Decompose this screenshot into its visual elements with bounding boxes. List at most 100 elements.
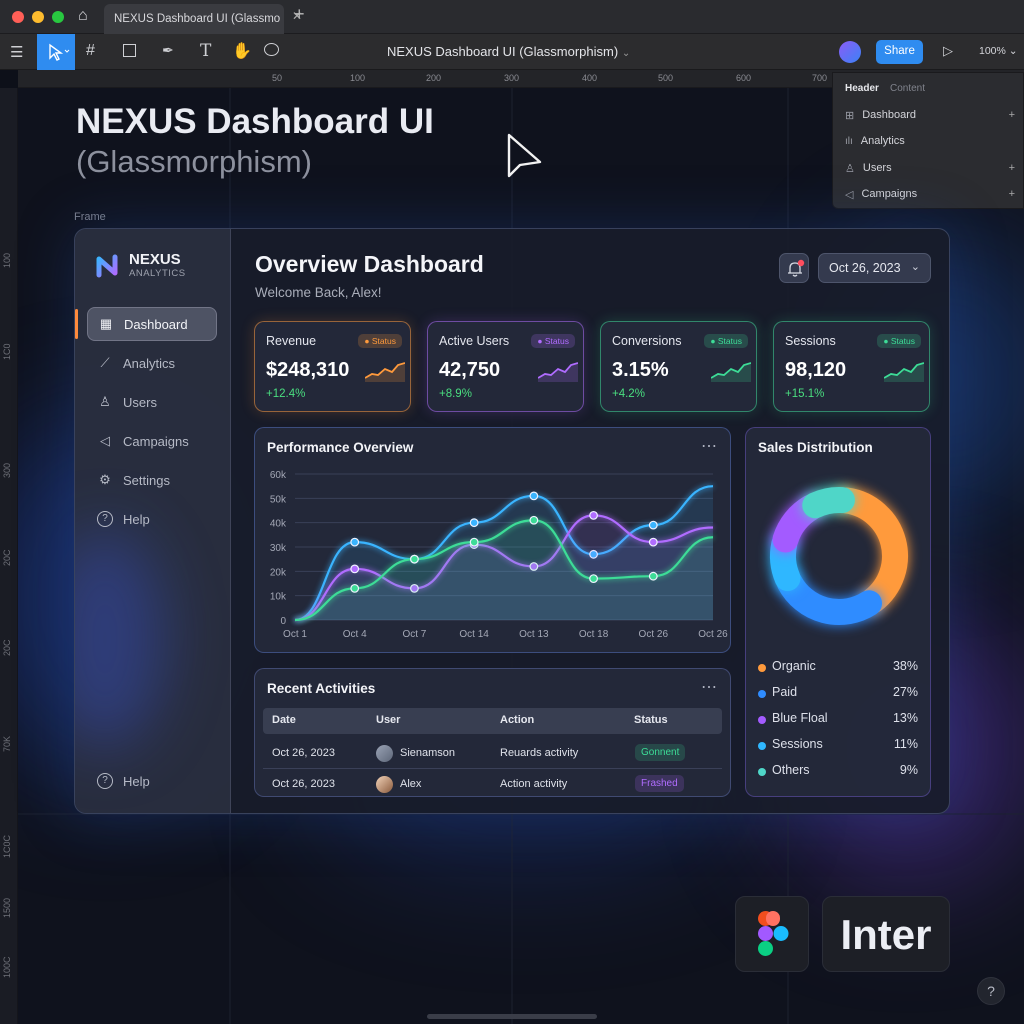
- layer-item-analytics[interactable]: ılı Analytics: [845, 131, 1015, 151]
- browser-tab[interactable]: NEXUS Dashboard UI (Glassmo: [104, 4, 284, 34]
- zoom-level[interactable]: 100% ⌄: [979, 45, 1018, 57]
- sidebar-item-help[interactable]: ? Help: [87, 502, 217, 536]
- line-chart: 0 10k 20k 30k 40k 50k 60k Oct 1 Oct 4 Oct 7 Oct 14…: [270, 470, 728, 640]
- users-icon: ♙: [845, 162, 855, 175]
- maximize-window-button[interactable]: [52, 11, 64, 23]
- stat-value: $248,310: [266, 359, 350, 381]
- sidebar-item-label: Dashboard: [124, 316, 188, 332]
- cell-user: Sienamson: [400, 747, 456, 759]
- avatar[interactable]: [839, 41, 861, 63]
- megaphone-icon: ◁: [100, 433, 110, 448]
- avatar: [376, 776, 393, 793]
- ruler-tick: 1500: [2, 897, 12, 918]
- document-title[interactable]: NEXUS Dashboard UI (Glassmorphism) ⌄: [387, 44, 630, 59]
- legend-item: Organic 38%: [758, 659, 918, 677]
- legend-dot: [758, 664, 766, 672]
- more-options-icon[interactable]: ⋯: [701, 677, 718, 697]
- cell-date: Oct 26, 2023: [272, 747, 335, 759]
- tab-header[interactable]: Header: [845, 83, 879, 94]
- sidebar-item-campaigns[interactable]: ◁ Campaigns: [87, 424, 217, 458]
- line-chart-icon: ⟋: [100, 355, 110, 370]
- add-icon[interactable]: +: [1009, 188, 1015, 200]
- sidebar-item-label: Settings: [123, 472, 170, 488]
- legend-label: Others: [772, 763, 810, 777]
- data-point: [529, 515, 539, 525]
- play-icon[interactable]: ▷: [943, 43, 953, 59]
- sidebar-item-label: Campaigns: [123, 433, 189, 449]
- sidebar-item-help-bottom[interactable]: ? Help: [87, 764, 217, 798]
- legend-value: 13%: [892, 711, 918, 725]
- chevron-down-icon: ⌄: [910, 261, 920, 273]
- status-badge-label: Status: [544, 336, 569, 346]
- browser-tab-bar: ⌂ NEXUS Dashboard UI (Glassmo ✕ +: [0, 0, 1024, 34]
- sparkline: [884, 362, 924, 382]
- legend-value: 38%: [892, 659, 918, 673]
- data-point: [648, 571, 658, 581]
- notifications-button[interactable]: [779, 253, 809, 283]
- data-point: [648, 520, 658, 530]
- share-button[interactable]: Share: [876, 40, 923, 64]
- data-point: [469, 518, 479, 528]
- home-icon[interactable]: ⌂: [78, 7, 88, 25]
- new-tab-button[interactable]: +: [294, 4, 305, 25]
- data-point: [410, 554, 419, 564]
- stat-change: +8.9%: [439, 388, 472, 400]
- sidebar-item-settings[interactable]: ⚙ Settings: [87, 463, 217, 497]
- stat-card-revenue[interactable]: Revenue $248,310 +12.4% ● Status: [254, 321, 411, 412]
- date-picker[interactable]: Oct 26, 2023 ⌄: [818, 253, 931, 283]
- legend-item: Paid 27%: [758, 685, 918, 703]
- canvas-subheading: (Glassmorphism): [76, 144, 312, 179]
- grid-icon: ▦: [99, 316, 113, 331]
- font-specimen: Inter: [822, 896, 950, 972]
- frame-tool-icon[interactable]: #: [86, 42, 95, 60]
- stat-card-sessions[interactable]: Sessions 98,120 +15.1% ● Status: [773, 321, 930, 412]
- rectangle-tool-icon[interactable]: [123, 44, 136, 57]
- help-button[interactable]: ?: [977, 977, 1005, 1005]
- y-tick-label: 0: [280, 616, 286, 627]
- x-tick-label: Oct 7: [402, 629, 426, 640]
- stat-value: 42,750: [439, 359, 501, 381]
- stat-card-active-users[interactable]: Active Users 42,750 +8.9% ● Status: [427, 321, 584, 412]
- x-tick-label: Oct 4: [343, 629, 367, 640]
- bar-chart-icon: ılı: [845, 135, 853, 147]
- sidebar: NEXUS ANALYTICS ▦ Dashboard ⟋ Analytics ♙ Use…: [75, 229, 231, 813]
- table-row[interactable]: Oct 26, 2023 Sienamson Reuards activity Gon…: [263, 739, 722, 769]
- close-window-button[interactable]: [12, 11, 24, 23]
- text-tool-icon[interactable]: T: [200, 41, 211, 61]
- status-badge-label: Status: [371, 336, 396, 346]
- dashboard-frame[interactable]: NEXUS ANALYTICS ▦ Dashboard ⟋ Analytics ♙ Use…: [74, 228, 950, 814]
- status-dot-icon: ●: [710, 336, 718, 346]
- add-icon[interactable]: +: [1009, 109, 1015, 121]
- status-dot-icon: ●: [364, 336, 372, 346]
- mouse-cursor-icon: [507, 133, 542, 178]
- minimize-window-button[interactable]: [32, 11, 44, 23]
- ruler-tick: 500: [658, 73, 674, 83]
- x-tick-label: Oct 26: [698, 629, 728, 640]
- add-icon[interactable]: +: [1009, 162, 1015, 174]
- main-menu-icon[interactable]: ☰: [10, 43, 23, 61]
- figma-logo-icon: [758, 911, 789, 956]
- legend-item: Blue Floal 13%: [758, 711, 918, 729]
- layer-item-users[interactable]: ♙ Users +: [845, 158, 1015, 178]
- layer-item-dashboard[interactable]: ⊞ Dashboard +: [845, 105, 1015, 125]
- move-tool-button[interactable]: [37, 34, 75, 70]
- hand-tool-icon[interactable]: ✋: [232, 41, 252, 61]
- sidebar-item-dashboard[interactable]: ▦ Dashboard: [87, 307, 217, 341]
- sparkline: [711, 362, 751, 382]
- sidebar-item-analytics[interactable]: ⟋ Analytics: [87, 346, 217, 380]
- recent-activities-card: Recent Activities ⋯ Date User Action Sta…: [254, 668, 731, 797]
- stat-value: 98,120: [785, 359, 847, 381]
- table-row[interactable]: Oct 26, 2023 Alex Action activity Frashed: [263, 770, 722, 800]
- sidebar-item-users[interactable]: ♙ Users: [87, 385, 217, 419]
- chevron-down-icon: ⌄: [621, 48, 631, 59]
- stat-card-conversions[interactable]: Conversions 3.15% +4.2% ● Status: [600, 321, 757, 412]
- grid-icon: ⊞: [845, 109, 855, 122]
- pen-tool-icon[interactable]: ✒: [162, 42, 174, 59]
- sparkline-area: [538, 363, 578, 382]
- tab-content[interactable]: Content: [890, 83, 925, 94]
- layer-item-campaigns[interactable]: ◁ Campaigns +: [845, 184, 1015, 204]
- donut-slice: [776, 569, 883, 625]
- legend-item: Others 9%: [758, 763, 918, 781]
- comment-tool-icon[interactable]: [264, 43, 279, 56]
- column-user: User: [376, 714, 401, 726]
